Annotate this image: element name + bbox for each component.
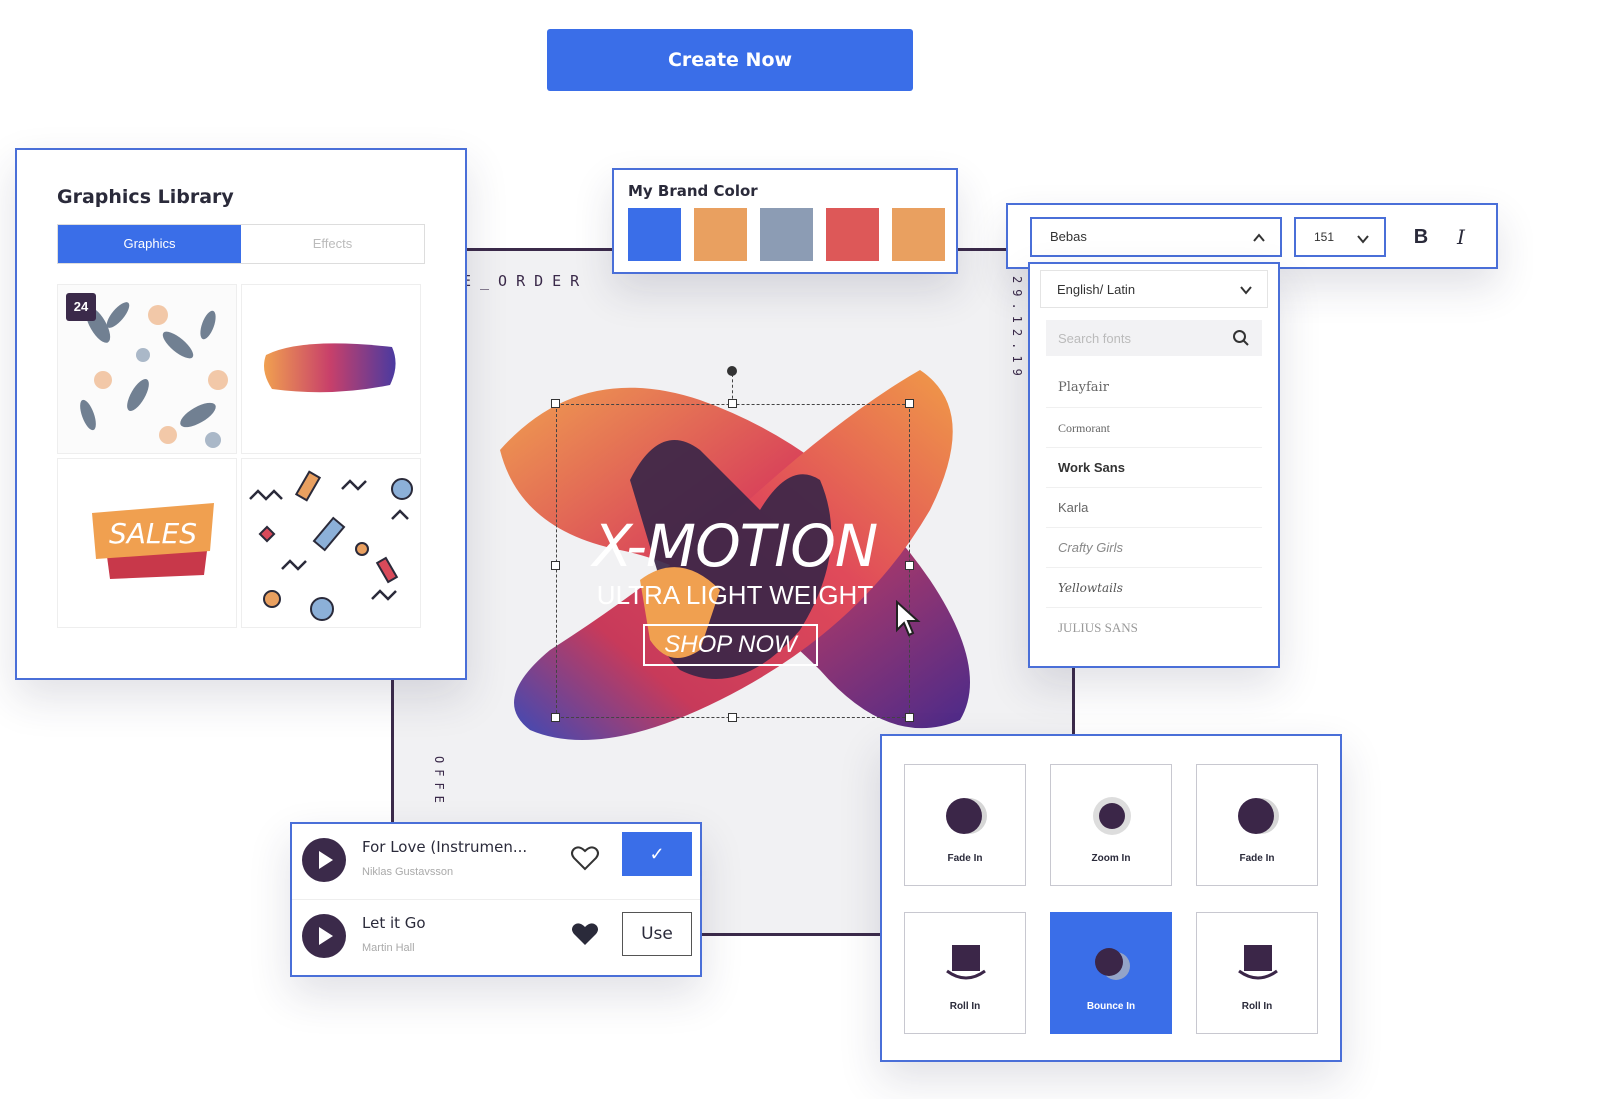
bold-button[interactable]: B bbox=[1406, 219, 1436, 255]
animation-zoom-in[interactable]: Zoom In bbox=[1050, 764, 1172, 886]
chevron-down-icon bbox=[1357, 235, 1369, 244]
graphics-library-panel: Graphics Library Graphics Effects 24 SAL… bbox=[15, 148, 467, 680]
animation-roll-in[interactable]: Roll In bbox=[904, 912, 1026, 1034]
selected-check-button[interactable]: ✓ bbox=[622, 832, 692, 876]
font-option-cormorant[interactable]: Cormorant bbox=[1046, 408, 1262, 448]
roll-in-icon bbox=[946, 945, 986, 980]
animation-roll-in-2[interactable]: Roll In bbox=[1196, 912, 1318, 1034]
selection-box[interactable] bbox=[556, 404, 910, 718]
font-option-playfair[interactable]: Playfair bbox=[1046, 368, 1262, 408]
font-family-select[interactable]: Bebas bbox=[1030, 217, 1282, 257]
track-title: For Love (Instrumen... bbox=[362, 838, 528, 856]
graphic-thumb-memphis[interactable] bbox=[241, 458, 421, 628]
animation-label: Zoom In bbox=[1091, 853, 1131, 864]
track-artist: Niklas Gustavsson bbox=[362, 866, 454, 878]
font-option-work-sans[interactable]: Work Sans bbox=[1046, 448, 1262, 488]
mouse-cursor-icon bbox=[896, 600, 921, 637]
resize-handle-tc[interactable] bbox=[728, 399, 737, 408]
animation-bounce-in[interactable]: Bounce In bbox=[1050, 912, 1172, 1034]
font-search-input[interactable]: Search fonts bbox=[1046, 320, 1262, 356]
font-option-crafty-girls[interactable]: Crafty Girls bbox=[1046, 528, 1262, 568]
animation-label: Fade In bbox=[1239, 853, 1275, 864]
item-count-badge: 24 bbox=[66, 293, 96, 321]
play-icon[interactable] bbox=[302, 838, 346, 882]
music-panel: For Love (Instrumen... Niklas Gustavsson… bbox=[290, 822, 702, 977]
graphic-thumb-sales[interactable]: SALES bbox=[57, 458, 237, 628]
bounce-in-icon bbox=[1095, 948, 1130, 980]
chevron-up-icon bbox=[1253, 233, 1265, 242]
resize-handle-tr[interactable] bbox=[905, 399, 914, 408]
animation-panel: Fade In Zoom In Fade In Roll In Bounce I… bbox=[880, 734, 1342, 1062]
use-button[interactable]: Use bbox=[622, 912, 692, 956]
brand-color-panel: My Brand Color bbox=[612, 168, 958, 274]
sales-banner-image: SALES bbox=[92, 503, 214, 579]
brand-color-title: My Brand Color bbox=[628, 182, 758, 200]
brand-swatch-2[interactable] bbox=[694, 208, 747, 261]
graphics-tabs: Graphics Effects bbox=[57, 224, 425, 264]
fade-in-icon bbox=[1238, 798, 1279, 834]
text-toolbar: Bebas 151 B I bbox=[1006, 203, 1498, 269]
music-track-row[interactable]: Let it Go Martin Hall Use bbox=[292, 900, 700, 976]
animation-label: Roll In bbox=[949, 1001, 981, 1012]
track-artist: Martin Hall bbox=[362, 942, 415, 954]
italic-button[interactable]: I bbox=[1446, 219, 1476, 255]
heart-outline-icon[interactable] bbox=[570, 844, 600, 872]
font-option-karla[interactable]: Karla bbox=[1046, 488, 1262, 528]
animation-label: Bounce In bbox=[1086, 1001, 1136, 1012]
brand-swatch-4[interactable] bbox=[826, 208, 879, 261]
font-family-value: Bebas bbox=[1050, 229, 1087, 244]
brand-swatch-5[interactable] bbox=[892, 208, 945, 261]
graphics-library-title: Graphics Library bbox=[57, 186, 234, 208]
animation-fade-in[interactable]: Fade In bbox=[904, 764, 1026, 886]
font-dropdown: English/ Latin Search fonts Playfair Cor… bbox=[1028, 262, 1280, 668]
font-option-yellowtails[interactable]: Yellowtails bbox=[1046, 568, 1262, 608]
heart-filled-icon[interactable] bbox=[570, 920, 600, 948]
resize-handle-mr[interactable] bbox=[905, 561, 914, 570]
font-search-placeholder: Search fonts bbox=[1058, 331, 1131, 346]
resize-handle-bc[interactable] bbox=[728, 713, 737, 722]
animation-label: Roll In bbox=[1241, 1001, 1273, 1012]
tab-effects[interactable]: Effects bbox=[241, 225, 424, 263]
rotate-handle[interactable] bbox=[727, 366, 737, 376]
roll-in-icon bbox=[1238, 945, 1278, 980]
font-option-julius-sans[interactable]: JULIUS SANS bbox=[1046, 608, 1262, 648]
brand-swatch-3[interactable] bbox=[760, 208, 813, 261]
create-now-button[interactable]: Create Now bbox=[547, 29, 913, 91]
language-value: English/ Latin bbox=[1057, 282, 1136, 297]
language-select[interactable]: English/ Latin bbox=[1040, 270, 1268, 308]
resize-handle-tl[interactable] bbox=[551, 399, 560, 408]
search-icon bbox=[1233, 330, 1249, 346]
zoom-in-icon bbox=[1093, 797, 1131, 835]
fade-in-icon bbox=[946, 798, 987, 834]
poster-side-text-left: OFFE bbox=[432, 756, 446, 809]
brand-swatch-1[interactable] bbox=[628, 208, 681, 261]
font-size-select[interactable]: 151 bbox=[1294, 217, 1386, 257]
resize-handle-ml[interactable] bbox=[551, 561, 560, 570]
track-title: Let it Go bbox=[362, 914, 426, 932]
memphis-pattern-image bbox=[242, 459, 420, 627]
resize-handle-br[interactable] bbox=[905, 713, 914, 722]
animation-label: Fade In bbox=[947, 853, 983, 864]
graphic-thumb-brush[interactable] bbox=[241, 284, 421, 454]
play-icon[interactable] bbox=[302, 914, 346, 958]
animation-fade-in-2[interactable]: Fade In bbox=[1196, 764, 1318, 886]
sales-text: SALES bbox=[109, 517, 197, 550]
resize-handle-bl[interactable] bbox=[551, 713, 560, 722]
font-size-value: 151 bbox=[1314, 230, 1335, 244]
brush-stroke-image bbox=[264, 343, 396, 393]
music-track-row[interactable]: For Love (Instrumen... Niklas Gustavsson… bbox=[292, 824, 700, 900]
tab-graphics[interactable]: Graphics bbox=[58, 225, 241, 263]
chevron-down-icon bbox=[1240, 286, 1252, 295]
graphic-thumb-floral[interactable]: 24 bbox=[57, 284, 237, 454]
